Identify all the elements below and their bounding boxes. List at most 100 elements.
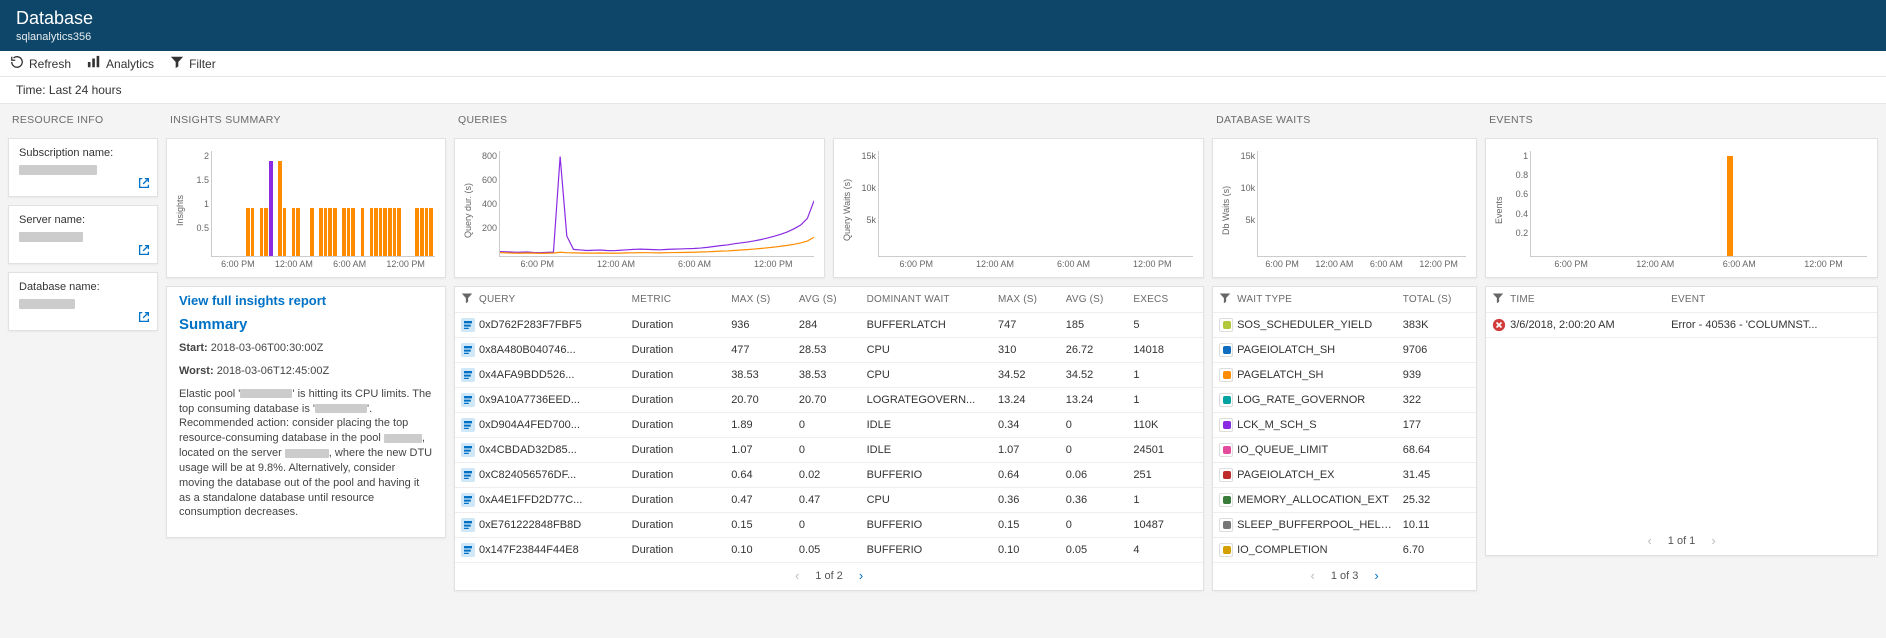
- cell-metric: Duration: [632, 444, 728, 456]
- cell-wait-total: 322: [1403, 394, 1470, 406]
- queries-table-body: 0xD762F283F7FBF5 Duration 936 284 BUFFER…: [455, 313, 1203, 563]
- cell-execs: 5: [1133, 319, 1197, 331]
- cell-max: 20.70: [731, 394, 795, 406]
- database-card[interactable]: Database name:: [8, 272, 158, 331]
- col-max[interactable]: MAX (S): [731, 294, 795, 305]
- table-row[interactable]: PAGELATCH_SH 939: [1213, 363, 1476, 388]
- popout-icon[interactable]: [135, 174, 153, 192]
- analytics-label: Analytics: [106, 57, 154, 71]
- popout-icon[interactable]: [135, 308, 153, 326]
- subscription-value-masked: [19, 165, 97, 175]
- table-row[interactable]: 0xC824056576DF... Duration 0.64 0.02 BUF…: [455, 463, 1203, 488]
- cell-query: 0x4CBDAD32D85...: [479, 444, 628, 456]
- cell-metric: Duration: [632, 469, 728, 481]
- table-row[interactable]: LOG_RATE_GOVERNOR 322: [1213, 388, 1476, 413]
- cell-query: 0x9A10A7736EED...: [479, 394, 628, 406]
- prev-page-button[interactable]: ‹: [1643, 533, 1655, 548]
- table-row[interactable]: SLEEP_BUFFERPOOL_HELPLW 10.11: [1213, 513, 1476, 538]
- cell-execs: 14018: [1133, 344, 1197, 356]
- table-row[interactable]: 0xA4E1FFD2D77C... Duration 0.47 0.47 CPU…: [455, 488, 1203, 513]
- subscription-card[interactable]: Subscription name:: [8, 138, 158, 197]
- cell-avg: 284: [799, 319, 863, 331]
- col-wait-avg[interactable]: AVG (S): [1066, 294, 1130, 305]
- col-metric[interactable]: METRIC: [632, 294, 728, 305]
- col-event[interactable]: EVENT: [1671, 294, 1871, 305]
- table-row[interactable]: PAGEIOLATCH_SH 9706: [1213, 338, 1476, 363]
- col-wait-total[interactable]: TOTAL (S): [1403, 294, 1470, 305]
- waits-title: DATABASE WAITS: [1212, 112, 1477, 130]
- server-label: Server name:: [19, 214, 131, 226]
- cell-wmax: 747: [998, 319, 1062, 331]
- table-row[interactable]: PAGEIOLATCH_EX 31.45: [1213, 463, 1476, 488]
- cell-wait: IDLE: [867, 444, 994, 456]
- db-waits-chart-card[interactable]: Db Waits (s)15k10k5k 6:00 PM12:00 AM6:00…: [1212, 138, 1477, 278]
- page-indicator: 1 of 2: [815, 570, 843, 582]
- next-page-button[interactable]: ›: [1707, 533, 1719, 548]
- events-chart-card[interactable]: Events10.80.60.40.2 6:00 PM12:00 AM6:00 …: [1485, 138, 1878, 278]
- cell-event-time: 3/6/2018, 2:00:20 AM: [1510, 319, 1667, 331]
- table-row[interactable]: 0xE761222848FB8D Duration 0.15 0 BUFFERI…: [455, 513, 1203, 538]
- table-row[interactable]: 0xD762F283F7FBF5 Duration 936 284 BUFFER…: [455, 313, 1203, 338]
- cell-execs: 24501: [1133, 444, 1197, 456]
- table-row[interactable]: MEMORY_ALLOCATION_EXT 25.32: [1213, 488, 1476, 513]
- table-row[interactable]: 0x4CBDAD32D85... Duration 1.07 0 IDLE 1.…: [455, 438, 1203, 463]
- prev-page-button[interactable]: ‹: [791, 568, 803, 583]
- cell-wavg: 13.24: [1066, 394, 1130, 406]
- table-row[interactable]: IO_COMPLETION 6.70: [1213, 538, 1476, 563]
- filter-icon[interactable]: [1492, 292, 1506, 307]
- cell-avg: 20.70: [799, 394, 863, 406]
- table-row[interactable]: 0x147F23844F44E8 Duration 0.10 0.05 BUFF…: [455, 538, 1203, 563]
- cell-wait: LOGRATEGOVERN...: [867, 394, 994, 406]
- cell-wait-type: SOS_SCHEDULER_YIELD: [1237, 319, 1399, 331]
- table-row[interactable]: 0x8A480B040746... Duration 477 28.53 CPU…: [455, 338, 1203, 363]
- filter-icon[interactable]: [461, 292, 475, 307]
- table-row[interactable]: 0x9A10A7736EED... Duration 20.70 20.70 L…: [455, 388, 1203, 413]
- table-row[interactable]: 3/6/2018, 2:00:20 AM Error - 40536 - 'CO…: [1486, 313, 1877, 338]
- filter-icon: [170, 55, 184, 72]
- col-wait-type[interactable]: WAIT TYPE: [1237, 294, 1399, 305]
- filter-label: Filter: [189, 57, 216, 71]
- waits-table: WAIT TYPE TOTAL (S) SOS_SCHEDULER_YIELD …: [1212, 286, 1477, 591]
- table-row[interactable]: 0xD904A4FED700... Duration 1.89 0 IDLE 0…: [455, 413, 1203, 438]
- table-row[interactable]: IO_QUEUE_LIMIT 68.64: [1213, 438, 1476, 463]
- prev-page-button[interactable]: ‹: [1306, 568, 1318, 583]
- table-row[interactable]: LCK_M_SCH_S 177: [1213, 413, 1476, 438]
- col-avg[interactable]: AVG (S): [799, 294, 863, 305]
- insights-chart-card[interactable]: Insights21.510.5 6:00 PM12:00 AM6:00 AM1…: [166, 138, 446, 278]
- cell-wmax: 0.34: [998, 419, 1062, 431]
- cell-max: 0.10: [731, 544, 795, 556]
- cell-wait-type: PAGEIOLATCH_SH: [1237, 344, 1399, 356]
- next-page-button[interactable]: ›: [1370, 568, 1382, 583]
- cell-wait: CPU: [867, 344, 994, 356]
- analytics-button[interactable]: Analytics: [87, 55, 154, 72]
- cell-max: 0.15: [731, 519, 795, 531]
- col-wait-max[interactable]: MAX (S): [998, 294, 1062, 305]
- col-dominantwait[interactable]: DOMINANT WAIT: [867, 294, 994, 305]
- cell-avg: 0.02: [799, 469, 863, 481]
- cell-wavg: 0.06: [1066, 469, 1130, 481]
- server-card[interactable]: Server name:: [8, 205, 158, 264]
- last-update-label: Last Update:: [179, 529, 246, 530]
- table-row[interactable]: 0x4AFA9BDD526... Duration 38.53 38.53 CP…: [455, 363, 1203, 388]
- next-page-button[interactable]: ›: [855, 568, 867, 583]
- page-header: Database sqlanalytics356: [0, 0, 1886, 51]
- popout-icon[interactable]: [135, 241, 153, 259]
- table-row[interactable]: SOS_SCHEDULER_YIELD 383K: [1213, 313, 1476, 338]
- cell-wait-total: 383K: [1403, 319, 1470, 331]
- refresh-button[interactable]: Refresh: [10, 55, 71, 72]
- col-query[interactable]: QUERY: [479, 294, 628, 305]
- query-duration-chart-card[interactable]: Query dur. (s)800600400200 6:00 PM12:00 …: [454, 138, 825, 278]
- query-waits-chart-card[interactable]: Query Waits (s)15k10k5k 6:00 PM12:00 AM6…: [833, 138, 1204, 278]
- cell-query: 0x147F23844F44E8: [479, 544, 628, 556]
- full-report-link[interactable]: View full insights report: [167, 287, 445, 310]
- cell-wait: CPU: [867, 369, 994, 381]
- cell-avg: 0: [799, 419, 863, 431]
- wait-icon: [1219, 518, 1233, 532]
- filter-icon[interactable]: [1219, 292, 1233, 307]
- cell-execs: 1: [1133, 369, 1197, 381]
- filter-button[interactable]: Filter: [170, 55, 216, 72]
- refresh-icon: [10, 55, 24, 72]
- col-event-time[interactable]: TIME: [1510, 294, 1667, 305]
- col-execs[interactable]: EXECS: [1133, 294, 1197, 305]
- time-range-bar[interactable]: Time: Last 24 hours: [0, 77, 1886, 104]
